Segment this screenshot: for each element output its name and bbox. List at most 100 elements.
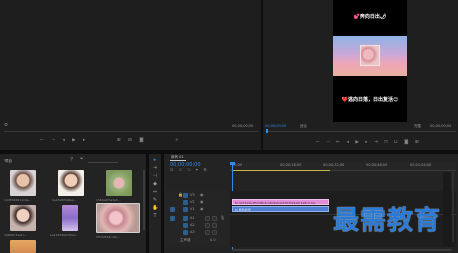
project-scrollbar[interactable] xyxy=(143,170,145,230)
a3-target-toggle[interactable] xyxy=(183,230,188,235)
a2-solo-toggle[interactable] xyxy=(212,223,217,228)
media-thumb-3[interactable] xyxy=(106,170,132,196)
a3-solo-toggle[interactable] xyxy=(212,230,217,235)
clip-v2-label: fx da73a4e4f53d5b4ca6c9ab4e54b7fa5e6c1a8… xyxy=(235,200,316,205)
ruler-label-4: 00;01;04;00 xyxy=(410,163,432,167)
track-select-tool-icon[interactable]: ⇥ xyxy=(152,165,158,171)
a1-mute-toggle[interactable] xyxy=(205,216,210,221)
track-label-v2: V2 xyxy=(190,200,195,204)
audio-meters xyxy=(443,172,451,246)
ripple-edit-tool-icon[interactable]: ⊣ xyxy=(152,173,158,179)
prog-lift-icon[interactable]: ⊓ xyxy=(384,140,388,145)
selection-tool-icon[interactable]: ▸ xyxy=(152,157,158,163)
media-label-2: 1e25a5fda8ae... xyxy=(52,198,77,202)
a2-mute-toggle[interactable] xyxy=(205,223,210,228)
v3-target-toggle[interactable] xyxy=(183,193,188,198)
program-scrub-bar[interactable] xyxy=(265,131,456,132)
export-frame-icon[interactable]: ◙ xyxy=(139,138,143,143)
v2-target-toggle[interactable] xyxy=(183,200,188,205)
prog-mark-in-icon[interactable]: ⌐ xyxy=(316,140,320,145)
clip-v2-image[interactable]: fx da73a4e4f53d5b4ca6c9ab4e54b7fa5e6c1a8… xyxy=(232,199,329,205)
type-tool-icon[interactable]: T xyxy=(152,213,158,219)
v2-eye-icon[interactable]: ◉ xyxy=(200,200,204,204)
prog-extract-icon[interactable]: ⊔ xyxy=(394,140,398,145)
phone-top-text: 💕奔向日出🌶 xyxy=(353,14,387,20)
v3-lock-icon[interactable]: 🔒 xyxy=(178,193,183,197)
media-thumb-6[interactable] xyxy=(96,203,140,233)
mark-out-icon[interactable]: ¬ xyxy=(51,138,55,143)
media-label-6: 5f53d5b4ca6c... xyxy=(96,235,121,239)
project-search-input[interactable] xyxy=(88,159,118,163)
program-controls[interactable]: ⌐ ¬ ⇤ ◂ ▶ ▸ ⇥ ⊓ ⊔ ◙ ⊞ xyxy=(316,140,419,146)
media-label-3: 1569e2fda4a5... xyxy=(96,198,121,202)
prog-goto-out-icon[interactable]: ⇥ xyxy=(374,140,378,145)
track-label-a2: A2 xyxy=(190,223,195,227)
media-label-4: 1982bc3ae1c... xyxy=(4,233,28,237)
mark-in-icon[interactable]: ⌐ xyxy=(40,138,44,143)
insert-icon[interactable]: ⊞ xyxy=(117,138,121,143)
play-icon[interactable]: ▶ xyxy=(72,138,75,143)
program-timecode-right: 00;00;00;00 xyxy=(430,124,452,128)
quality-dropdown[interactable]: 完整 xyxy=(414,124,421,129)
media-thumb-1[interactable] xyxy=(10,170,36,196)
prog-step-forward-icon[interactable]: ▸ xyxy=(365,140,367,145)
prog-step-back-icon[interactable]: ◂ xyxy=(347,140,349,145)
v3-eye-icon[interactable]: ◉ xyxy=(200,193,204,197)
a1-target-toggle[interactable] xyxy=(183,216,188,221)
v1-eye-icon[interactable]: ◉ xyxy=(200,207,204,211)
source-controls[interactable]: ⌐ ¬ ◂ ▶ ▸ ⊞ ⊟ ◙ + xyxy=(40,138,179,144)
hand-tool-icon[interactable]: ✋ xyxy=(152,205,158,211)
work-area-bar[interactable] xyxy=(232,170,330,171)
prog-goto-in-icon[interactable]: ⇤ xyxy=(336,140,340,145)
fit-dropdown[interactable]: 适合 xyxy=(300,124,307,129)
prog-play-icon[interactable]: ▶ xyxy=(355,140,358,145)
pen-tool-icon[interactable]: ✎ xyxy=(152,197,158,203)
timeline-options[interactable]: ⊡ ⊂ ⊃ ▾ ⚙ xyxy=(170,168,207,172)
slip-tool-icon[interactable]: ⇔ xyxy=(152,189,158,195)
a1-source-toggle[interactable] xyxy=(170,216,175,221)
media-thumb-7[interactable] xyxy=(10,240,36,253)
overwrite-icon[interactable]: ⊟ xyxy=(128,138,132,143)
phone-bottom-text: ❤️逃向日落，日出复活😊 xyxy=(341,97,399,103)
media-thumb-4[interactable] xyxy=(10,205,36,231)
media-label-1: 1445526611cba... xyxy=(4,198,32,202)
source-monitor xyxy=(0,0,261,150)
linked-selection-icon[interactable]: ⊃ xyxy=(187,167,190,172)
add-marker-icon[interactable]: ▾ xyxy=(196,167,198,172)
add-button-icon[interactable]: + xyxy=(175,138,179,143)
a1-mic-icon[interactable]: 🎙 xyxy=(220,216,225,220)
prog-camera-icon[interactable]: ◙ xyxy=(404,140,408,145)
wrench-icon[interactable]: ⚙ xyxy=(4,123,8,129)
folder-icon[interactable]: ▭ xyxy=(4,158,8,162)
timeline-playhead-head[interactable] xyxy=(230,162,235,165)
bouquet-inset xyxy=(360,45,380,66)
timeline-h-scrollbar[interactable] xyxy=(232,249,452,251)
step-forward-icon[interactable]: ▸ xyxy=(83,138,85,143)
v1-target-toggle[interactable] xyxy=(183,207,188,212)
a1-solo-toggle[interactable] xyxy=(212,216,217,221)
track-label-a3: A3 xyxy=(190,230,195,234)
ruler-label-2: 00;00;32;00 xyxy=(323,163,345,167)
filter-icon[interactable]: ⏷ xyxy=(80,157,84,163)
step-back-icon[interactable]: ◂ xyxy=(62,138,64,143)
a2-target-toggle[interactable] xyxy=(183,223,188,228)
prog-settings-icon[interactable]: ⊞ xyxy=(415,140,419,145)
master-label: 主声道 xyxy=(180,238,191,242)
prog-mark-out-icon[interactable]: ¬ xyxy=(326,140,330,145)
nest-icon[interactable]: ⊡ xyxy=(170,167,173,172)
watermark-text: 最需教育 xyxy=(333,206,442,236)
master-value[interactable]: 0.0 xyxy=(210,238,216,242)
timeline-settings-icon[interactable]: ⚙ xyxy=(203,167,207,172)
track-label-v3: V3 xyxy=(190,193,195,197)
a3-mute-toggle[interactable] xyxy=(205,230,210,235)
clip-v1-label: fx 颜色遮罩 xyxy=(235,207,251,212)
project-search-icon[interactable]: ⚲ xyxy=(70,157,73,163)
snap-icon[interactable]: ⊂ xyxy=(179,167,182,172)
program-playhead[interactable] xyxy=(266,129,268,133)
media-thumb-2[interactable] xyxy=(58,170,84,196)
razor-tool-icon[interactable]: ◆ xyxy=(152,181,158,187)
v1-source-toggle[interactable] xyxy=(170,207,175,212)
timeline-v-scrollbar[interactable] xyxy=(452,172,454,242)
media-thumb-5[interactable] xyxy=(62,205,78,231)
clip-v1-color-matte[interactable]: fx 颜色遮罩 xyxy=(232,206,329,212)
